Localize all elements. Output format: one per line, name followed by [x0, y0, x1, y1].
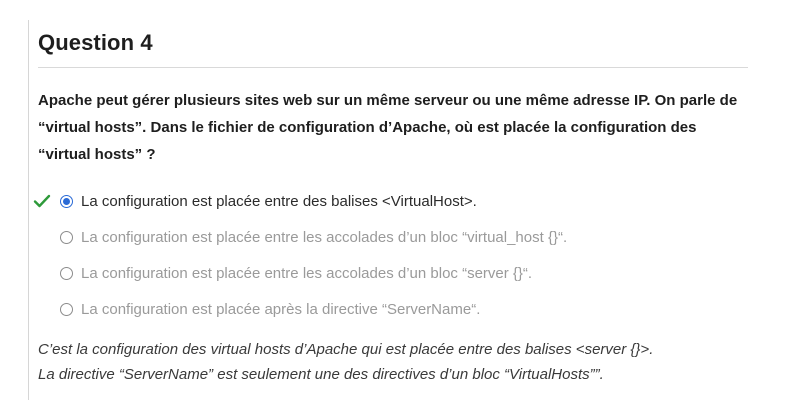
check-slot	[33, 191, 55, 211]
answer-explanation: C’est la configuration des virtual hosts…	[38, 337, 758, 387]
quiz-question-block: Question 4 Apache peut gérer plusieurs s…	[28, 20, 788, 400]
check-slot	[33, 299, 55, 319]
radio-button[interactable]	[60, 230, 73, 244]
radio-button-selected[interactable]	[60, 194, 73, 208]
answer-option-label: La configuration est placée entre les ac…	[81, 264, 533, 282]
explanation-line-2: La directive “ServerName” est seulement …	[38, 366, 604, 383]
answer-option-label: La configuration est placée entre des ba…	[81, 192, 477, 210]
answer-option-1[interactable]: La configuration est placée entre des ba…	[33, 183, 753, 219]
answer-option-label: La configuration est placée après la dir…	[81, 300, 481, 318]
radio-button[interactable]	[60, 302, 73, 316]
check-icon	[33, 194, 51, 208]
answer-option-4[interactable]: La configuration est placée après la dir…	[33, 291, 753, 327]
check-slot	[33, 227, 55, 247]
answer-option-label: La configuration est placée entre les ac…	[81, 228, 568, 246]
answer-options: La configuration est placée entre des ba…	[33, 183, 753, 327]
answer-option-2[interactable]: La configuration est placée entre les ac…	[33, 219, 753, 255]
check-slot	[33, 263, 55, 283]
answer-option-3[interactable]: La configuration est placée entre les ac…	[33, 255, 753, 291]
question-title: Question 4	[38, 30, 153, 55]
title-divider	[38, 67, 748, 68]
radio-button[interactable]	[60, 266, 73, 280]
explanation-line-1: C’est la configuration des virtual hosts…	[38, 341, 654, 358]
question-text: Apache peut gérer plusieurs sites web su…	[38, 92, 738, 163]
